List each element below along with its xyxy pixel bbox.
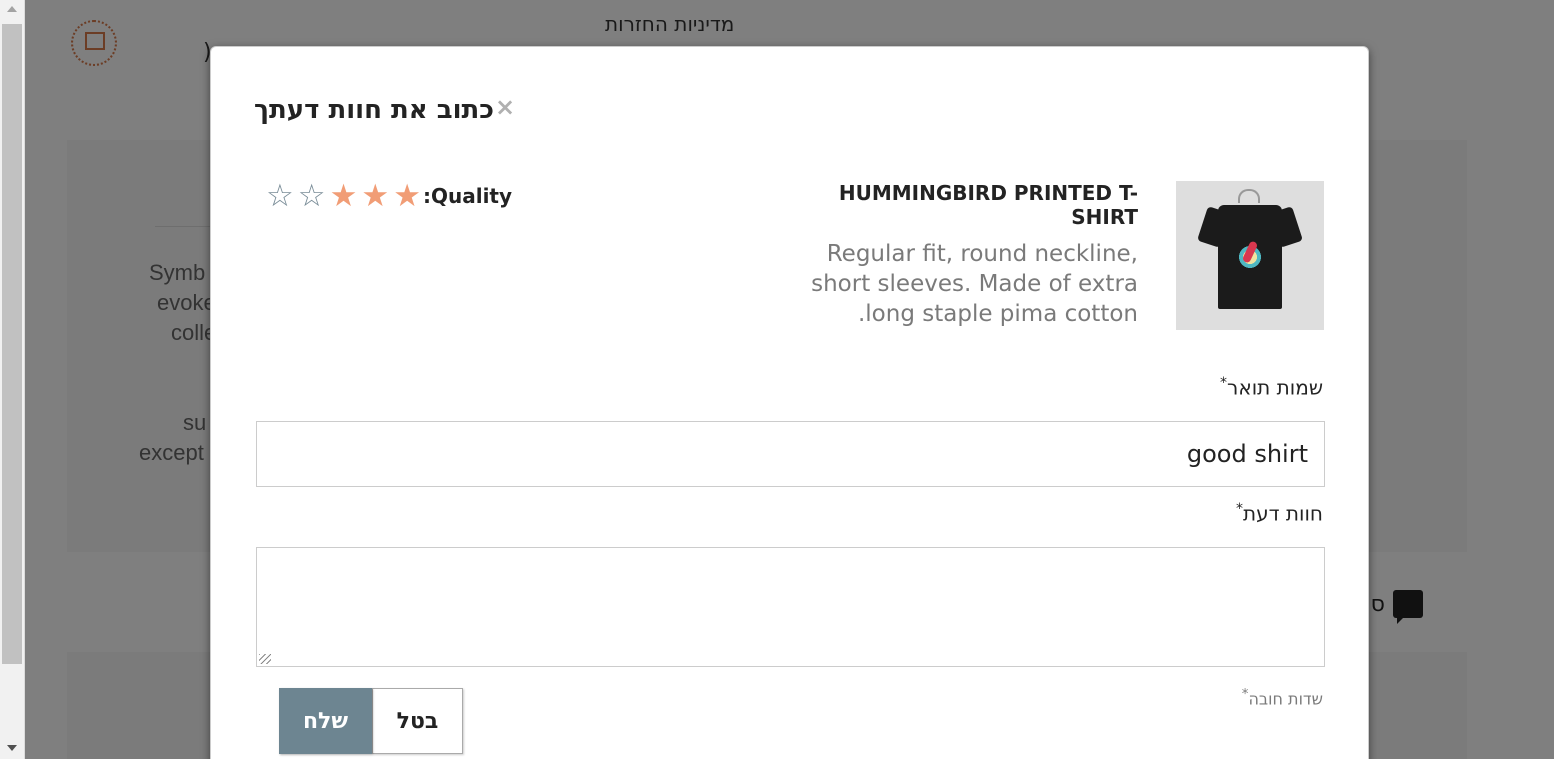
required-asterisk: * xyxy=(1220,375,1228,391)
scroll-up-icon[interactable] xyxy=(7,6,17,12)
scroll-down-icon[interactable] xyxy=(7,745,17,751)
review-modal: × כתוב את חוות דעתך HUMMINGBIRD PRINTED … xyxy=(210,46,1369,759)
page-scrollbar[interactable] xyxy=(0,0,25,759)
rating-label: :Quality xyxy=(422,184,513,208)
quality-rating: ☆ ☆ ★ ★ ★ :Quality xyxy=(266,179,512,213)
right-gutter xyxy=(1529,0,1554,759)
title-field-label: שמות תואר* xyxy=(1220,375,1323,400)
product-image xyxy=(1176,181,1324,330)
review-title-input[interactable]: good shirt xyxy=(256,421,1325,487)
required-asterisk: * xyxy=(1235,501,1243,517)
cancel-button[interactable]: בטל xyxy=(372,688,463,754)
rating-stars[interactable]: ☆ ☆ ★ ★ ★ xyxy=(266,179,421,213)
title-label-text: שמות תואר xyxy=(1227,375,1323,400)
star-filled-icon[interactable]: ★ xyxy=(393,179,421,213)
star-filled-icon[interactable]: ★ xyxy=(361,179,389,213)
required-note-text: שדות חובה xyxy=(1248,689,1323,709)
close-icon[interactable]: × xyxy=(495,93,515,121)
review-label-text: חוות דעת xyxy=(1242,501,1323,526)
resize-grip-icon[interactable] xyxy=(259,654,271,664)
product-name: HUMMINGBIRD PRINTED T-SHIRT xyxy=(838,181,1138,229)
hanger-shape xyxy=(1238,189,1260,203)
scrollbar-thumb[interactable] xyxy=(2,24,22,664)
review-textarea[interactable] xyxy=(256,547,1325,667)
product-description: Regular fit, round neckline, short sleev… xyxy=(811,241,1138,327)
star-empty-icon[interactable]: ☆ xyxy=(298,179,326,213)
modal-title: כתוב את חוות דעתך xyxy=(254,95,494,125)
required-fields-note: שדות חובה* xyxy=(1242,687,1323,708)
review-field-label: חוות דעת* xyxy=(1236,501,1323,526)
star-empty-icon[interactable]: ☆ xyxy=(266,179,294,213)
submit-button[interactable]: שלח xyxy=(279,688,372,754)
star-filled-icon[interactable]: ★ xyxy=(330,179,358,213)
